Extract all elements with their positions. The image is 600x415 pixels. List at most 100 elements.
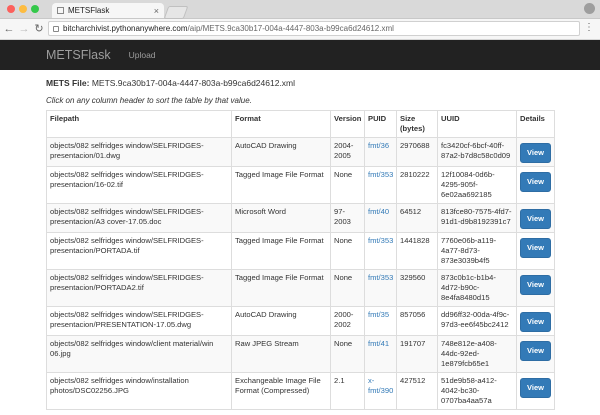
puid-cell: fmt/40 bbox=[364, 202, 397, 233]
view-button[interactable]: View bbox=[520, 274, 551, 295]
uuid-cell: 12f10084-0d6b-4295-905f-6e02aa692185 bbox=[437, 165, 517, 204]
browser-menu-icon[interactable]: ⋮ bbox=[584, 23, 594, 33]
maximize-window-icon[interactable] bbox=[31, 5, 39, 13]
format-cell: Tagged Image File Format bbox=[231, 231, 331, 270]
puid-link[interactable]: fmt/353 bbox=[368, 170, 393, 179]
details-cell: View bbox=[516, 137, 555, 167]
column-header-uuid[interactable]: UUID bbox=[437, 109, 517, 139]
puid-cell: x-fmt/390 bbox=[364, 371, 397, 410]
filepath-cell: objects/082 selfridges window/SELFRIDGES… bbox=[46, 202, 232, 233]
table-row: objects/082 selfridges window/SELFRIDGES… bbox=[46, 231, 555, 270]
size-cell: 191707 bbox=[396, 334, 438, 373]
filepath-cell: objects/082 selfridges window/SELFRIDGES… bbox=[46, 305, 232, 336]
table-header-row: Filepath Format Version PUID Size (bytes) UUI… bbox=[46, 109, 555, 139]
uuid-cell: 873c0b1c-b1b4-4d72-b90c-8e4fa8480d15 bbox=[437, 268, 517, 307]
filepath-cell: objects/082 selfridges window/SELFRIDGES… bbox=[46, 165, 232, 204]
format-cell: Raw JPEG Stream bbox=[231, 334, 331, 373]
size-cell: 64512 bbox=[396, 202, 438, 233]
forward-arrow-icon[interactable]: → bbox=[18, 23, 30, 35]
details-cell: View bbox=[516, 305, 555, 336]
filepath-cell: objects/082 selfridges window/installati… bbox=[46, 371, 232, 410]
browser-tab[interactable]: METSFlask × bbox=[52, 3, 164, 18]
puid-cell: fmt/35 bbox=[364, 305, 397, 336]
uuid-cell: 51de9b58-a412-4042-bc30-0707ba4aa57a bbox=[437, 371, 517, 410]
column-header-format[interactable]: Format bbox=[231, 109, 331, 139]
view-button[interactable]: View bbox=[520, 311, 551, 332]
puid-cell: fmt/41 bbox=[364, 334, 397, 373]
details-cell: View bbox=[516, 202, 555, 233]
details-cell: View bbox=[516, 231, 555, 270]
url-path: /aip/METS.9ca30b17-004a-4447-803a-b99ca6… bbox=[187, 24, 394, 33]
tab-title: METSFlask bbox=[68, 6, 110, 15]
format-cell: Tagged Image File Format bbox=[231, 268, 331, 307]
view-button[interactable]: View bbox=[520, 171, 551, 192]
view-button[interactable]: View bbox=[520, 377, 551, 398]
mets-file-label: METS File: bbox=[46, 78, 90, 88]
app-navbar: METSFlask Upload bbox=[0, 40, 600, 70]
page-icon bbox=[57, 7, 64, 14]
files-table: Filepath Format Version PUID Size (bytes) UUI… bbox=[46, 109, 555, 410]
view-button[interactable]: View bbox=[520, 237, 551, 258]
tab-close-icon[interactable]: × bbox=[154, 6, 159, 16]
brand-link[interactable]: METSFlask bbox=[46, 48, 111, 62]
format-cell: Exchangeable Image File Format (Compress… bbox=[231, 371, 331, 410]
table-row: objects/082 selfridges window/SELFRIDGES… bbox=[46, 305, 555, 336]
view-button[interactable]: View bbox=[520, 340, 551, 361]
puid-cell: fmt/353 bbox=[364, 231, 397, 270]
uuid-cell: dd96ff32-00da-4f9c-97d3-ee6f45bc2412 bbox=[437, 305, 517, 336]
sort-hint: Click on any column header to sort the t… bbox=[46, 96, 252, 105]
table-body: objects/082 selfridges window/SELFRIDGES… bbox=[46, 137, 555, 410]
details-cell: View bbox=[516, 371, 555, 410]
puid-link[interactable]: fmt/353 bbox=[368, 273, 393, 282]
format-cell: Microsoft Word bbox=[231, 202, 331, 233]
window-controls bbox=[7, 5, 39, 13]
filepath-cell: objects/082 selfridges window/SELFRIDGES… bbox=[46, 268, 232, 307]
puid-link[interactable]: fmt/41 bbox=[368, 339, 389, 348]
url-host: bitcharchivist.pythonanywhere.com bbox=[63, 24, 188, 33]
size-cell: 857056 bbox=[396, 305, 438, 336]
puid-link[interactable]: fmt/35 bbox=[368, 310, 389, 319]
version-cell: 2000-2002 bbox=[330, 305, 365, 336]
profile-icon[interactable] bbox=[584, 3, 595, 14]
version-cell: None bbox=[330, 165, 365, 204]
size-cell: 2810222 bbox=[396, 165, 438, 204]
puid-link[interactable]: fmt/40 bbox=[368, 207, 389, 216]
version-cell: 97-2003 bbox=[330, 202, 365, 233]
upload-link[interactable]: Upload bbox=[129, 50, 156, 60]
reload-icon[interactable]: ↻ bbox=[33, 23, 45, 35]
version-cell: None bbox=[330, 268, 365, 307]
column-header-version[interactable]: Version bbox=[330, 109, 365, 139]
view-button[interactable]: View bbox=[520, 208, 551, 229]
column-header-puid[interactable]: PUID bbox=[364, 109, 397, 139]
lock-icon bbox=[53, 25, 59, 32]
details-cell: View bbox=[516, 334, 555, 373]
uuid-cell: 748e812e-a408-44dc-92ed-1e879fcb65e1 bbox=[437, 334, 517, 373]
close-window-icon[interactable] bbox=[7, 5, 15, 13]
puid-link[interactable]: fmt/36 bbox=[368, 141, 389, 150]
puid-link[interactable]: x-fmt/390 bbox=[368, 376, 393, 395]
filepath-cell: objects/082 selfridges window/SELFRIDGES… bbox=[46, 231, 232, 270]
column-header-size[interactable]: Size (bytes) bbox=[396, 109, 438, 139]
table-row: objects/082 selfridges window/SELFRIDGES… bbox=[46, 137, 555, 167]
address-bar[interactable]: bitcharchivist.pythonanywhere.com/aip/ME… bbox=[48, 21, 580, 36]
puid-cell: fmt/36 bbox=[364, 137, 397, 167]
mets-file-name: METS.9ca30b17-004a-4447-803a-b99ca6d2461… bbox=[91, 78, 296, 88]
uuid-cell: 813fce80-7575-4fd7-91d1-d9b8192391c7 bbox=[437, 202, 517, 233]
mets-file-line: METS File: METS.9ca30b17-004a-4447-803a-… bbox=[46, 78, 554, 88]
browser-toolbar: ← → ↻ bitcharchivist.pythonanywhere.com /… bbox=[0, 19, 600, 40]
back-arrow-icon[interactable]: ← bbox=[3, 23, 15, 35]
size-cell: 1441828 bbox=[396, 231, 438, 270]
details-cell: View bbox=[516, 165, 555, 204]
version-cell: None bbox=[330, 334, 365, 373]
filepath-cell: objects/082 selfridges window/client mat… bbox=[46, 334, 232, 373]
column-header-filepath[interactable]: Filepath bbox=[46, 109, 232, 139]
table-row: objects/082 selfridges window/SELFRIDGES… bbox=[46, 165, 555, 204]
view-button[interactable]: View bbox=[520, 143, 551, 163]
puid-link[interactable]: fmt/353 bbox=[368, 236, 393, 245]
version-cell: 2004-2005 bbox=[330, 137, 365, 167]
new-tab-button[interactable] bbox=[163, 6, 189, 19]
column-header-details[interactable]: Details bbox=[516, 109, 555, 139]
minimize-window-icon[interactable] bbox=[19, 5, 27, 13]
puid-cell: fmt/353 bbox=[364, 268, 397, 307]
table-row: objects/082 selfridges window/installati… bbox=[46, 371, 555, 410]
